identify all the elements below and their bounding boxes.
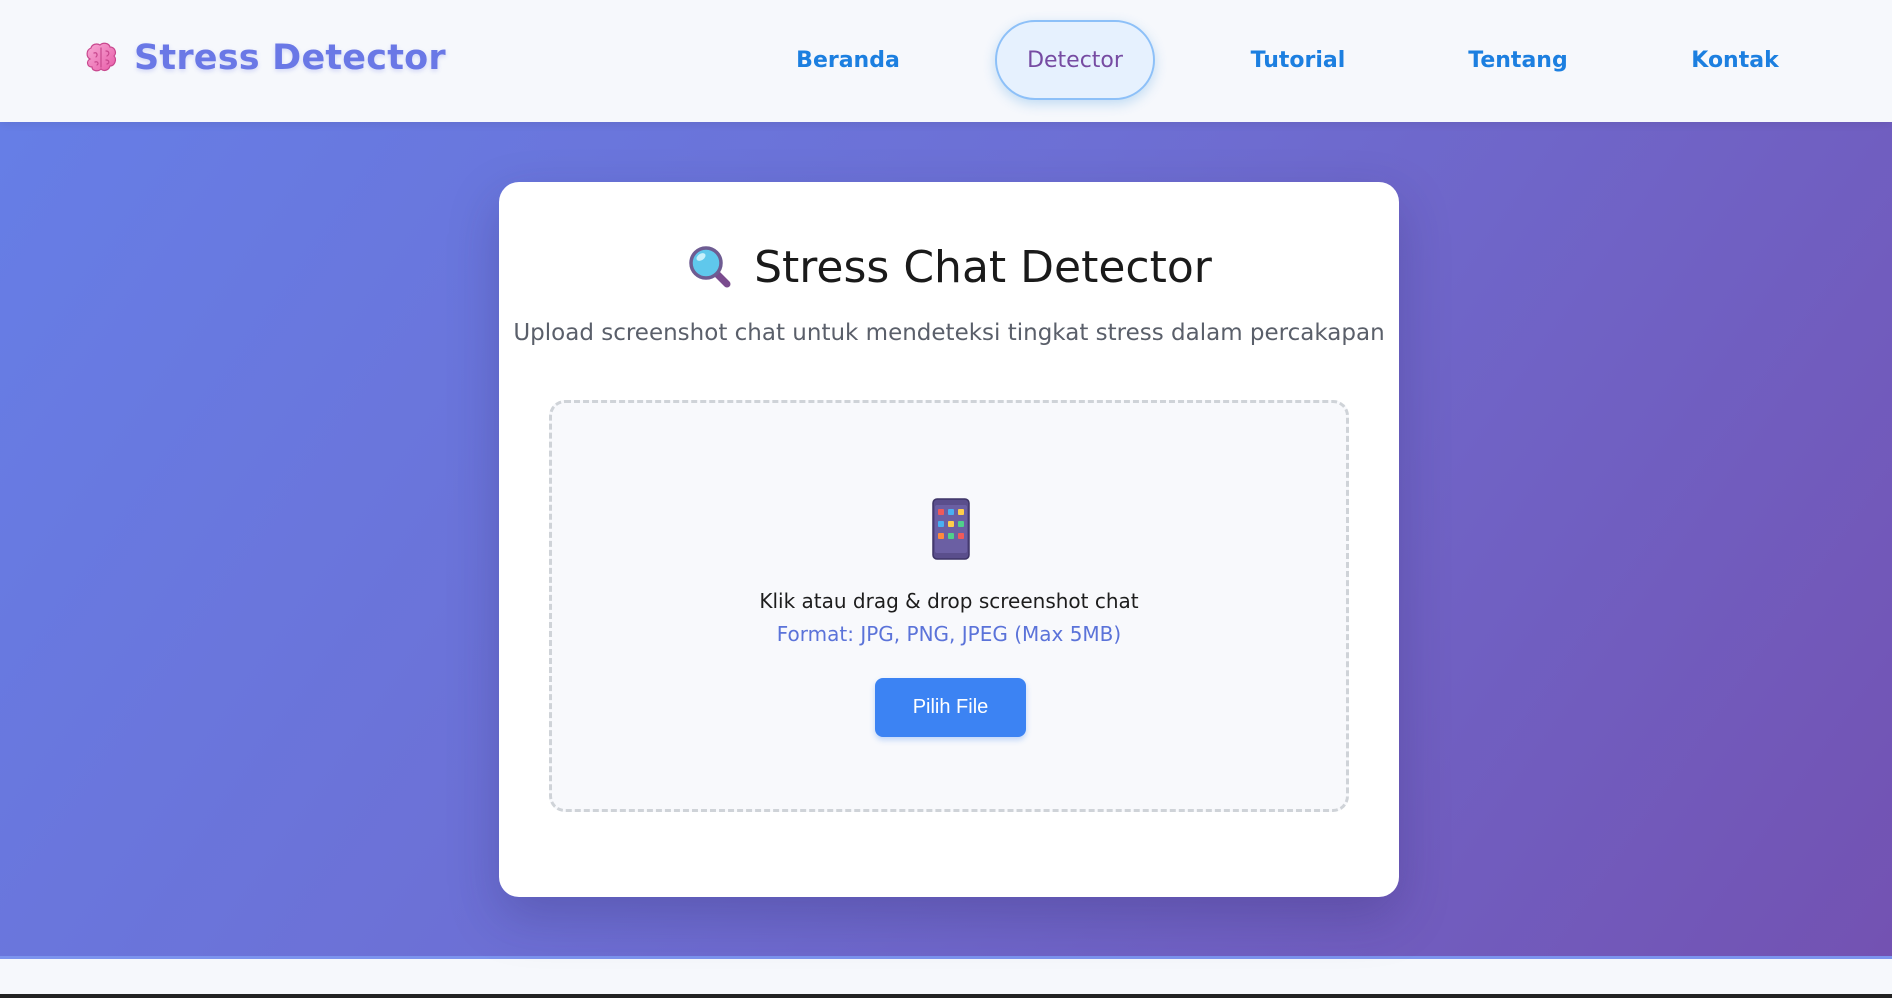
page-subtitle: Upload screenshot chat untuk mendeteksi … xyxy=(513,320,1385,346)
upload-dropzone[interactable]: Klik atau drag & drop screenshot chat Fo… xyxy=(549,400,1349,812)
nav-link-beranda[interactable]: Beranda xyxy=(787,20,909,100)
upload-instruction: Klik atau drag & drop screenshot chat xyxy=(759,589,1139,613)
footer-strip xyxy=(0,959,1892,994)
detector-card: Stress Chat Detector Upload screenshot c… xyxy=(499,182,1399,897)
nav-link-kontak[interactable]: Kontak xyxy=(1680,20,1790,100)
window-bottom-edge xyxy=(0,994,1892,998)
navbar: Stress Detector Beranda Detector Tutoria… xyxy=(0,0,1892,122)
nav-link-detector[interactable]: Detector xyxy=(995,20,1155,100)
nav-link-tutorial[interactable]: Tutorial xyxy=(1238,20,1358,100)
nav-link-tentang[interactable]: Tentang xyxy=(1458,20,1578,100)
page-title: Stress Chat Detector xyxy=(499,242,1399,293)
page-title-text: Stress Chat Detector xyxy=(754,242,1212,293)
choose-file-button[interactable]: Pilih File xyxy=(875,678,1026,737)
mobile-phone-icon xyxy=(919,497,983,561)
upload-format-hint: Format: JPG, PNG, JPEG (Max 5MB) xyxy=(776,622,1122,646)
nav-links: Beranda Detector Tutorial Tentang Kontak xyxy=(0,20,1892,100)
magnifying-glass-icon xyxy=(686,243,736,293)
